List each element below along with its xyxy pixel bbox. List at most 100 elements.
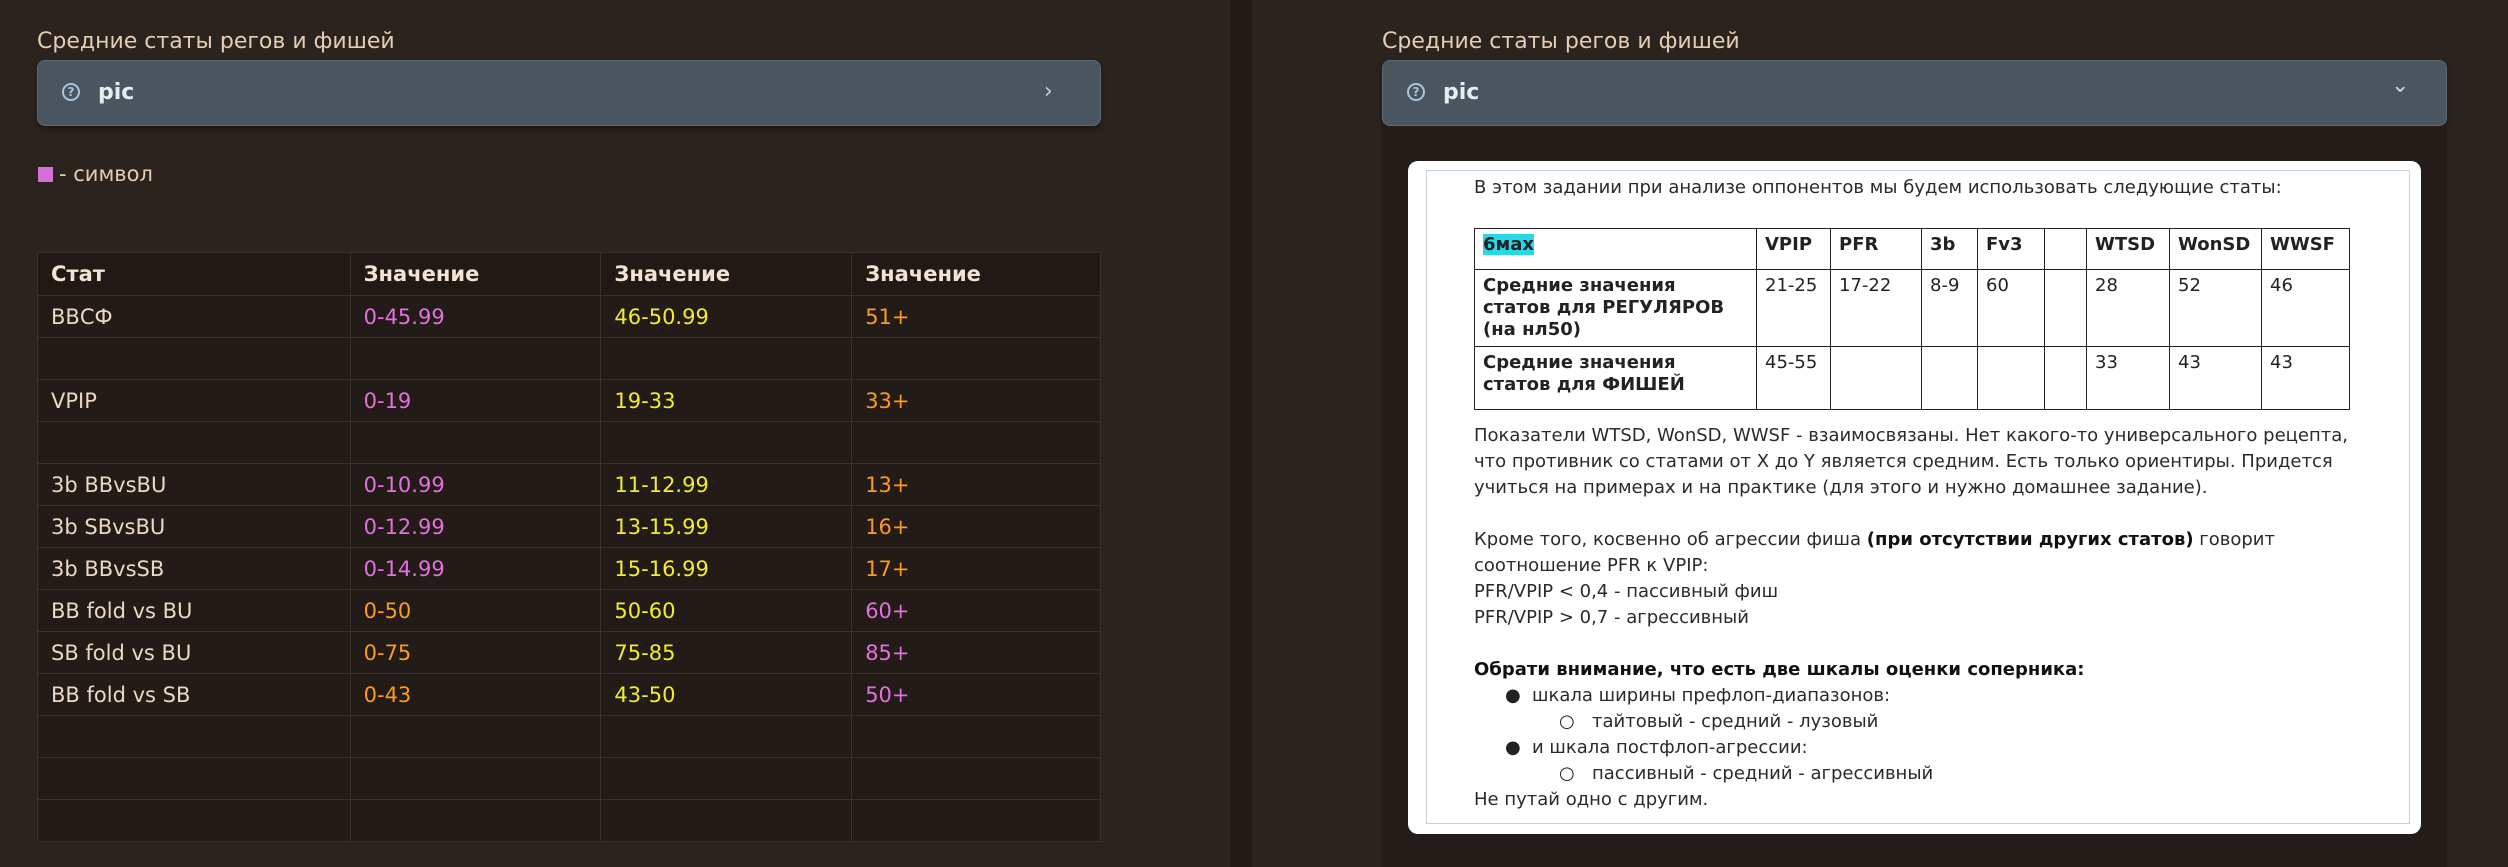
value-cell: 15-16.99 bbox=[600, 547, 853, 590]
value-cell: 13+ bbox=[851, 463, 1101, 506]
value-cell: 16+ bbox=[851, 505, 1101, 548]
value-cell: 0-12.99 bbox=[349, 505, 602, 548]
value-cell: 85+ bbox=[851, 631, 1101, 674]
value-cell: 0-43 bbox=[349, 673, 602, 716]
callout-title: pic bbox=[98, 80, 135, 105]
table-cell: 46 bbox=[2261, 269, 2350, 347]
doc-bullet-text: шкала ширины префлоп-диапазонов: bbox=[1532, 685, 1891, 706]
doc-paragraph-line: что противник со статами от X до Y являе… bbox=[1474, 451, 2333, 472]
table-row: VPIP 0-19 19-33 33+ bbox=[37, 379, 1101, 422]
table-row: ВВСФ 0-45.99 46-50.99 51+ bbox=[37, 295, 1101, 338]
page-heading: Средние статы регов и фишей bbox=[1382, 29, 1740, 54]
chevron-right-icon[interactable]: › bbox=[1044, 79, 1053, 104]
table-row: Средние значения статов для ФИШЕЙ 45-55 … bbox=[1474, 346, 2350, 410]
table-cell bbox=[1830, 346, 1922, 410]
doc-attention-line: Обрати внимание, что есть две шкалы оцен… bbox=[1474, 659, 2085, 680]
value-cell: 51+ bbox=[851, 295, 1101, 338]
stat-cell: BB fold vs BU bbox=[37, 589, 351, 632]
table-row bbox=[37, 715, 1101, 758]
stat-cell: VPIP bbox=[37, 379, 351, 422]
value-cell bbox=[349, 421, 602, 464]
legend: - символ bbox=[38, 162, 153, 186]
pic-callout-collapsed[interactable]: ? pic › bbox=[37, 60, 1101, 126]
table-header-cell: Fv3 bbox=[1977, 228, 2045, 270]
value-cell: 11-12.99 bbox=[600, 463, 853, 506]
page-heading: Средние статы регов и фишей bbox=[37, 29, 395, 54]
value-cell: 33+ bbox=[851, 379, 1101, 422]
embedded-document-image: В этом задании при анализе оппонентов мы… bbox=[1426, 170, 2410, 824]
table-row: BB fold vs BU 0-50 50-60 60+ bbox=[37, 589, 1101, 632]
stat-cell: SB fold vs BU bbox=[37, 631, 351, 674]
stat-cell: 3b BBvsBU bbox=[37, 463, 351, 506]
value-cell: 0-14.99 bbox=[349, 547, 602, 590]
doc-subbullet-text: пассивный - средний - агрессивный bbox=[1592, 763, 1934, 784]
value-cell bbox=[600, 799, 853, 842]
value-cell: 60+ bbox=[851, 589, 1101, 632]
value-cell bbox=[851, 337, 1101, 380]
value-cell bbox=[600, 421, 853, 464]
value-cell: 43-50 bbox=[600, 673, 853, 716]
table-cell bbox=[1977, 346, 2045, 410]
pink-square-icon bbox=[38, 167, 53, 182]
table-cell bbox=[2044, 346, 2087, 410]
table-cell: 52 bbox=[2169, 269, 2262, 347]
value-cell bbox=[851, 757, 1101, 800]
table-row: Средние значения статов для РЕГУЛЯРОВ (н… bbox=[1474, 269, 2350, 347]
table-cell: 17-22 bbox=[1830, 269, 1922, 347]
doc-paragraph-line: Показатели WTSD, WonSD, WWSF - взаимосвя… bbox=[1474, 425, 2348, 446]
table-cell: 60 bbox=[1977, 269, 2045, 347]
bullet-icon: ● bbox=[1505, 737, 1521, 758]
reference-table: 6мах VPIP PFR 3b Fv3 WTSD WonSD WWSF Сре… bbox=[1474, 228, 2350, 410]
doc-bullet-text: и шкала постфлоп-агрессии: bbox=[1532, 737, 1808, 758]
chevron-down-icon[interactable]: ⌄ bbox=[2391, 73, 2409, 98]
table-row: SB fold vs BU 0-75 75-85 85+ bbox=[37, 631, 1101, 674]
table-row: BB fold vs SB 0-43 43-50 50+ bbox=[37, 673, 1101, 716]
doc-closing-line: Не путай одно с другим. bbox=[1474, 789, 1709, 810]
question-icon: ? bbox=[62, 83, 80, 101]
column-header: Значение bbox=[851, 252, 1101, 296]
table-header-row: Стат Значение Значение Значение bbox=[37, 252, 1101, 296]
table-cell: 21-25 bbox=[1756, 269, 1831, 347]
value-cell bbox=[349, 799, 602, 842]
value-cell: 50+ bbox=[851, 673, 1101, 716]
table-cell: 28 bbox=[2086, 269, 2170, 347]
stat-cell: 3b SBvsBU bbox=[37, 505, 351, 548]
value-cell: 19-33 bbox=[600, 379, 853, 422]
table-cell: Средние значения статов для РЕГУЛЯРОВ (н… bbox=[1474, 269, 1757, 347]
value-cell: 17+ bbox=[851, 547, 1101, 590]
table-header-cell: WWSF bbox=[2261, 228, 2350, 270]
table-row: 3b BBvsSB 0-14.99 15-16.99 17+ bbox=[37, 547, 1101, 590]
pic-callout-expanded[interactable]: ? pic ⌄ bbox=[1382, 60, 2447, 126]
value-cell: 13-15.99 bbox=[600, 505, 853, 548]
stat-cell bbox=[37, 799, 351, 842]
table-cell: Средние значения статов для ФИШЕЙ bbox=[1474, 346, 1757, 410]
stat-cell: ВВСФ bbox=[37, 295, 351, 338]
table-row bbox=[37, 799, 1101, 842]
stat-cell: BB fold vs SB bbox=[37, 673, 351, 716]
bullet-icon: ● bbox=[1505, 685, 1521, 706]
value-cell bbox=[851, 421, 1101, 464]
value-cell: 75-85 bbox=[600, 631, 853, 674]
table-cell: 45-55 bbox=[1756, 346, 1831, 410]
table-cell bbox=[1921, 346, 1978, 410]
table-cell: 33 bbox=[2086, 346, 2170, 410]
table-header-cell: 3b bbox=[1921, 228, 1978, 270]
pane-splitter[interactable] bbox=[1230, 0, 1252, 867]
table-cell: 43 bbox=[2261, 346, 2350, 410]
doc-text: говорит bbox=[2193, 529, 2275, 550]
stat-cell bbox=[37, 421, 351, 464]
doc-paragraph-line: учиться на примерах и на практике (для э… bbox=[1474, 477, 2208, 498]
value-cell: 50-60 bbox=[600, 589, 853, 632]
doc-paragraph-line: PFR/VPIP < 0,4 - пассивный фиш bbox=[1474, 581, 1779, 602]
table-cell: 8-9 bbox=[1921, 269, 1978, 347]
doc-paragraph-line: Кроме того, косвенно об агрессии фиша (п… bbox=[1474, 527, 2275, 553]
table-header-cell: 6мах bbox=[1474, 228, 1757, 270]
stat-cell: 3b BBvsSB bbox=[37, 547, 351, 590]
value-cell bbox=[600, 715, 853, 758]
column-header: Стат bbox=[37, 252, 351, 296]
doc-paragraph-line: PFR/VPIP > 0,7 - агрессивный bbox=[1474, 607, 1749, 628]
table-row bbox=[37, 337, 1101, 380]
table-header-cell: VPIP bbox=[1756, 228, 1831, 270]
legend-text: - символ bbox=[59, 162, 153, 186]
circle-bullet-icon: ○ bbox=[1559, 711, 1575, 732]
